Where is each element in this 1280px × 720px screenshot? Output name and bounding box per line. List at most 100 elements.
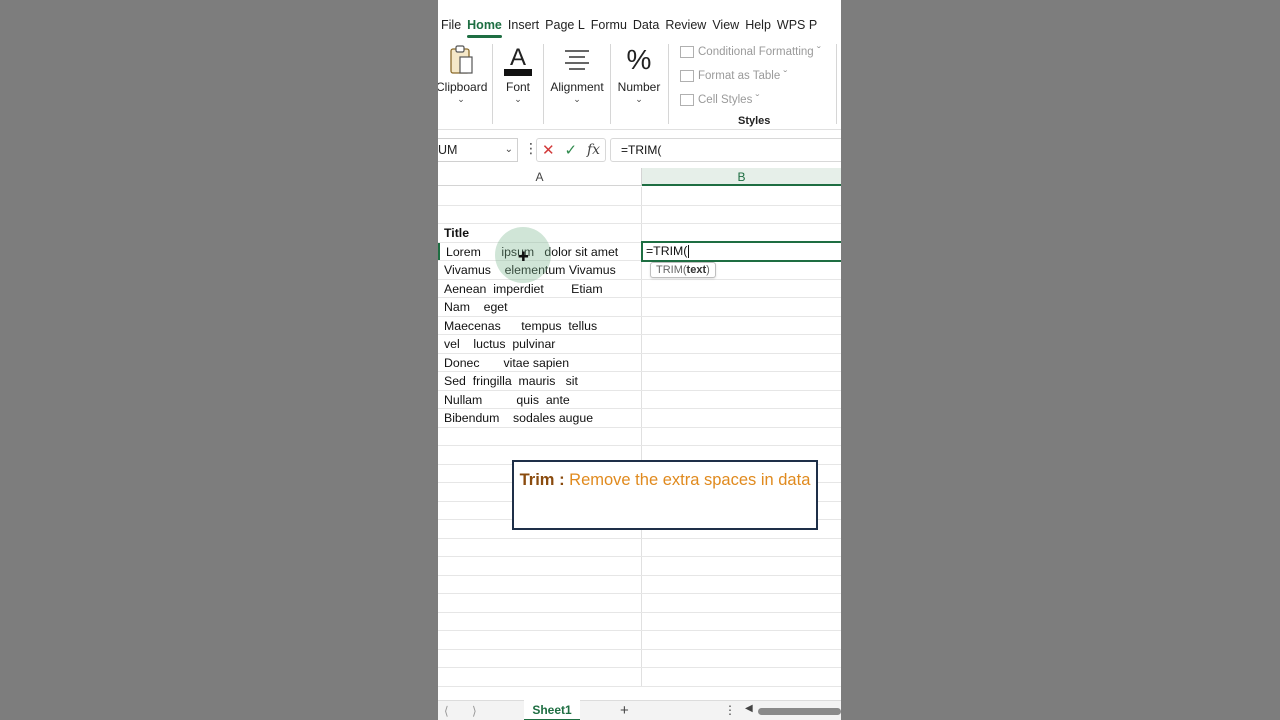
tab-file[interactable]: File [438,12,464,38]
cell-b[interactable] [642,631,841,649]
cell-b[interactable] [642,428,841,446]
font-color-icon: A [498,42,538,78]
conditional-formatting-button[interactable]: Conditional Formatting ˇ [680,46,821,58]
horizontal-scrollbar[interactable] [758,708,841,715]
tab-review[interactable]: Review [662,12,709,38]
divider [543,44,544,124]
tooltip-argument: text [686,264,707,276]
tab-view[interactable]: View [709,12,742,38]
table-row [438,649,841,668]
cell-b[interactable] [642,539,841,557]
cell-b[interactable] [642,372,841,390]
alignment-label: Alignment [550,80,604,94]
formula-input[interactable]: =TRIM( [610,138,841,162]
cell-b[interactable] [642,557,841,575]
cell-a[interactable] [438,631,642,649]
divider [492,44,493,124]
cell-b[interactable] [642,409,841,427]
cell-a[interactable] [438,612,642,630]
cell-a[interactable]: Nullam quis ante [438,390,642,408]
table-row: Donec vitae sapien [438,353,841,372]
cell-a[interactable]: Sed fringilla mauris sit [438,372,642,390]
cell-a[interactable] [438,557,642,575]
format-as-table-button[interactable]: Format as Table ˇ [680,70,787,82]
cell-a[interactable] [438,575,642,593]
cell-styles-button[interactable]: Cell Styles ˇ [680,94,759,106]
column-header-b[interactable]: B [642,168,841,186]
cell-a[interactable] [438,594,642,612]
active-cell-b4[interactable]: =TRIM( [641,241,841,262]
function-tooltip[interactable]: TRIM(text) [650,262,716,278]
font-group[interactable]: A Font ⌄ [498,42,538,126]
clipboard-icon [438,42,486,78]
chevron-left-icon[interactable]: ⟨ [444,704,449,718]
tab-formulas[interactable]: Formu [588,12,630,38]
cell-b[interactable] [642,206,841,224]
cancel-icon[interactable]: ✕ [542,141,555,159]
tab-wps[interactable]: WPS P [774,12,820,38]
table-row: Sed fringilla mauris sit [438,372,841,391]
chevron-down-icon: ⌄ [514,94,522,104]
tab-page-layout[interactable]: Page L [542,12,588,38]
cell-a[interactable] [438,649,642,667]
active-cell-value: =TRIM( [646,244,688,258]
table-row: vel luctus pulvinar [438,335,841,354]
tab-help[interactable]: Help [742,12,774,38]
name-box-value: UM [438,143,458,157]
cell-b[interactable] [642,224,841,242]
tab-insert[interactable]: Insert [505,12,542,38]
cell-b[interactable] [642,668,841,686]
cell-a[interactable] [438,205,642,223]
cell-a[interactable]: Donec vitae sapien [438,353,642,371]
cell-b[interactable] [642,187,841,205]
alignment-group[interactable]: Alignment ⌄ [548,42,606,126]
confirm-icon[interactable]: ✓ [564,141,577,159]
cell-a[interactable] [438,538,642,556]
formula-bar: UM ⌄ ⋮ ✕ ✓ fx =TRIM( [438,136,841,164]
tab-home[interactable]: Home [464,12,505,38]
cell-b[interactable] [642,576,841,594]
cell-b[interactable] [642,391,841,409]
conditional-formatting-icon [680,46,694,58]
cell-a[interactable]: Nam eget [438,298,642,316]
chevron-down-icon[interactable]: ⌄ [505,139,513,161]
number-group[interactable]: % Number ⌄ [616,42,662,126]
cell-a[interactable]: Bibendum sodales augue [438,409,642,427]
cell-grid: Title Lorem ipsum dolor sit amet Vivamus… [438,187,841,695]
cell-a[interactable] [438,427,642,445]
column-header-a[interactable]: A [438,168,642,186]
clipboard-group[interactable]: Clipboard ⌄ [438,42,488,126]
conditional-formatting-label: Conditional Formatting ˇ [698,46,821,58]
percent-icon: % [626,44,652,75]
cell-styles-icon [680,94,694,106]
clipboard-label: Clipboard [438,80,488,94]
cell-b[interactable] [642,335,841,353]
callout-box: Trim : Remove the extra spaces in data [512,460,818,530]
add-sheet-icon[interactable]: + [620,702,629,719]
callout-keyword: Trim [519,471,555,489]
align-center-icon [548,42,606,78]
text-cursor [688,245,690,259]
more-options-icon[interactable]: ⋮ [724,703,736,717]
insert-function-icon[interactable]: fx [587,142,600,158]
cell-a[interactable] [438,187,642,205]
divider [668,44,669,124]
cell-a[interactable]: Maecenas tempus tellus [438,316,642,334]
scroll-left-icon[interactable]: ◀ [745,703,753,714]
cell-b[interactable] [642,594,841,612]
tab-data[interactable]: Data [630,12,662,38]
name-box[interactable]: UM ⌄ [438,138,518,162]
chevron-down-icon: ⌄ [457,94,465,104]
cell-a[interactable]: Aenean imperdiet Etiam [438,279,642,297]
cell-b[interactable] [642,280,841,298]
cell-a[interactable] [438,668,642,686]
cell-b[interactable] [642,354,841,372]
chevron-right-icon[interactable]: ⟩ [472,704,477,718]
cell-b[interactable] [642,317,841,335]
number-label: Number [617,80,661,94]
cell-b[interactable] [642,298,841,316]
cell-b[interactable] [642,650,841,668]
cell-a[interactable]: vel luctus pulvinar [438,335,642,353]
sheet-tab-sheet1[interactable]: Sheet1 [524,700,580,720]
cell-b[interactable] [642,613,841,631]
